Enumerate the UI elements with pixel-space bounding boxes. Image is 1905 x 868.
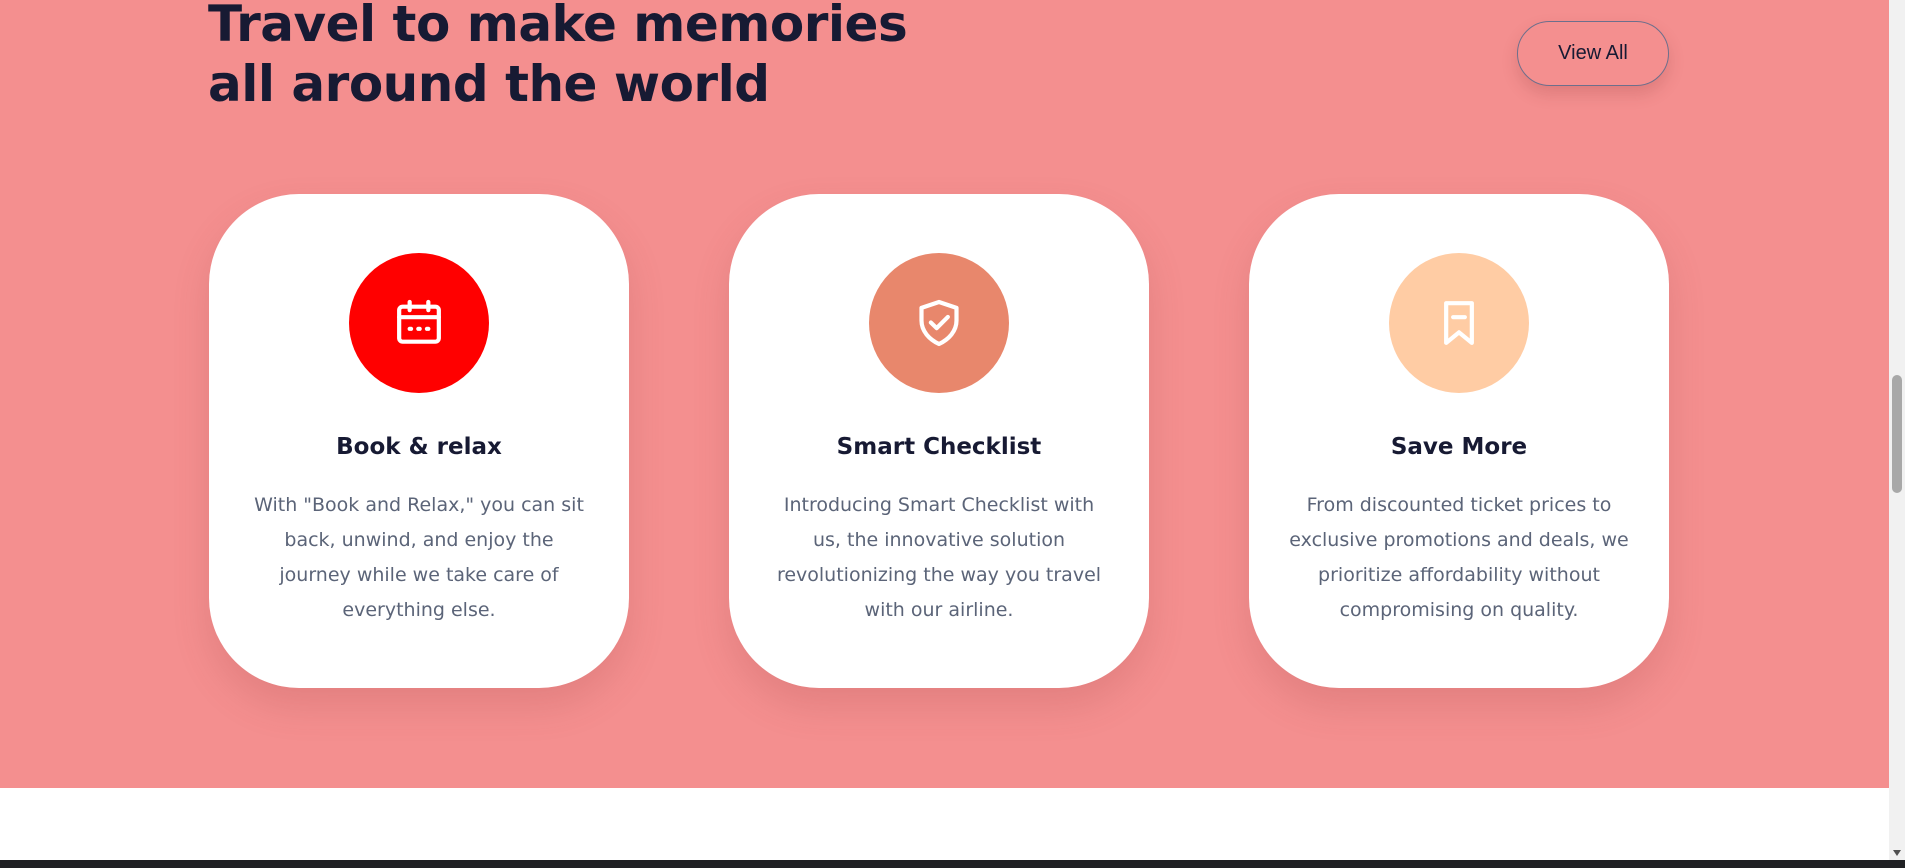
feature-card-smart-checklist: Smart Checklist Introducing Smart Checkl… <box>729 194 1149 688</box>
card-description: With "Book and Relax," you can sit back,… <box>254 494 584 621</box>
calendar-icon <box>349 253 489 393</box>
card-title: Save More <box>1390 434 1528 460</box>
view-all-button[interactable]: View All <box>1517 21 1669 86</box>
next-section <box>0 788 1889 860</box>
card-title: Smart Checklist <box>836 434 1042 460</box>
section-heading: Travel to make memories all around the w… <box>208 0 908 113</box>
bookmark-icon <box>1389 253 1529 393</box>
card-title: Book & relax <box>336 434 502 460</box>
page-scrollbar[interactable] <box>1889 0 1905 860</box>
card-description: From discounted ticket prices to exclusi… <box>1289 494 1629 621</box>
scrollbar-thumb[interactable] <box>1892 375 1902 493</box>
card-description: Introducing Smart Checklist with us, the… <box>776 494 1102 621</box>
taskbar-edge <box>0 860 1905 868</box>
features-section: Travel to make memories all around the w… <box>0 0 1889 788</box>
feature-card-book-relax: Book & relax With "Book and Relax," you … <box>209 194 629 688</box>
shield-check-icon <box>869 253 1009 393</box>
scroll-down-arrow-icon[interactable] <box>1893 850 1901 856</box>
feature-card-save-more: Save More From discounted ticket prices … <box>1249 194 1669 688</box>
